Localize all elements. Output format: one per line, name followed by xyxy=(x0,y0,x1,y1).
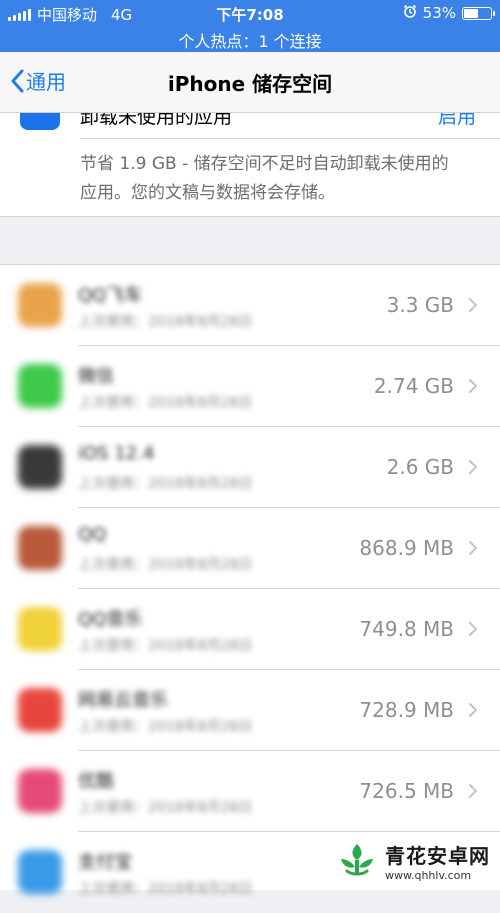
list-item[interactable]: 网易云音乐 上次使用：2018年8月28日 728.9 MB xyxy=(0,670,500,751)
chevron-right-icon xyxy=(469,622,477,636)
app-last-used: 上次使用：2018年8月28日 xyxy=(78,476,253,492)
watermark: 青花安卓网 www.qhhlv.com xyxy=(335,839,490,883)
page-title: iPhone 储存空间 xyxy=(167,72,333,96)
list-item[interactable]: QQ音乐 上次使用：2018年8月28日 749.8 MB xyxy=(0,589,500,670)
app-size: 868.9 MB xyxy=(359,536,454,560)
list-item[interactable]: QQ飞车 上次使用：2018年8月28日 3.3 GB xyxy=(0,265,500,346)
app-size: 749.8 MB xyxy=(359,617,454,641)
chevron-right-icon xyxy=(469,298,477,312)
list-item[interactable]: 优酷 上次使用：2018年8月28日 726.5 MB xyxy=(0,751,500,832)
app-name: QQ飞车 xyxy=(78,285,143,306)
app-last-used: 上次使用：2018年8月28日 xyxy=(78,557,253,573)
app-name: iOS 12.4 xyxy=(78,443,155,464)
app-last-used: 上次使用：2018年8月28日 xyxy=(78,719,253,735)
offload-description: 节省 1.9 GB - 储存空间不足时自动卸载未使用的应用。您的文稿与数据将会存… xyxy=(80,154,449,203)
app-size: 728.9 MB xyxy=(359,698,454,722)
status-bar: 中国移动 4G 下午7:08 53% 个人热点：1 个连接 xyxy=(0,0,500,52)
list-item[interactable]: 微信 上次使用：2018年8月28日 2.74 GB xyxy=(0,346,500,427)
app-size: 726.5 MB xyxy=(359,779,454,803)
watermark-url: www.qhhlv.com xyxy=(385,869,472,882)
app-icon xyxy=(18,445,62,489)
battery-icon xyxy=(462,6,495,20)
divider xyxy=(80,138,500,139)
chevron-right-icon xyxy=(469,379,477,393)
app-name: QQ xyxy=(78,524,107,545)
app-icon xyxy=(18,688,62,732)
app-last-used: 上次使用：2018年8月28日 xyxy=(78,800,253,816)
watermark-text: 青花安卓网 xyxy=(385,844,490,868)
app-icon xyxy=(18,526,62,570)
chevron-right-icon xyxy=(469,541,477,555)
app-name: 支付宝 xyxy=(78,852,132,873)
app-name: 微信 xyxy=(78,366,114,387)
app-size: 2.6 GB xyxy=(386,455,454,479)
list-item[interactable]: iOS 12.4 上次使用：2018年8月28日 2.6 GB xyxy=(0,427,500,508)
app-icon xyxy=(18,364,62,408)
chevron-right-icon xyxy=(469,784,477,798)
app-name: QQ音乐 xyxy=(78,609,143,630)
app-last-used: 上次使用：2018年8月28日 xyxy=(78,314,253,330)
chevron-right-icon xyxy=(469,460,477,474)
chevron-right-icon xyxy=(469,703,477,717)
battery-percent: 53% xyxy=(422,4,456,22)
app-last-used: 上次使用：2018年8月28日 xyxy=(78,395,253,411)
app-icon xyxy=(18,769,62,813)
app-icon xyxy=(18,283,62,327)
app-last-used: 上次使用：2018年8月28日 xyxy=(78,881,253,897)
app-size: 3.3 GB xyxy=(386,293,454,317)
offload-section: 卸载未使用的应用 启用 节省 1.9 GB - 储存空间不足时自动卸载未使用的应… xyxy=(0,100,500,217)
hotspot-banner[interactable]: 个人热点：1 个连接 xyxy=(0,28,500,52)
app-icon xyxy=(18,607,62,651)
app-name: 优酷 xyxy=(78,771,114,792)
app-last-used: 上次使用：2018年8月28日 xyxy=(78,638,253,654)
alarm-icon xyxy=(403,4,417,22)
app-list: QQ飞车 上次使用：2018年8月28日 3.3 GB 微信 上次使用：2018… xyxy=(0,264,500,897)
app-size: 2.74 GB xyxy=(373,374,454,398)
app-name: 网易云音乐 xyxy=(78,690,168,711)
navigation-bar: 通用 iPhone 储存空间 xyxy=(0,52,500,113)
list-item[interactable]: QQ 上次使用：2018年8月28日 868.9 MB xyxy=(0,508,500,589)
logo-icon xyxy=(336,840,378,882)
app-icon xyxy=(18,850,62,894)
